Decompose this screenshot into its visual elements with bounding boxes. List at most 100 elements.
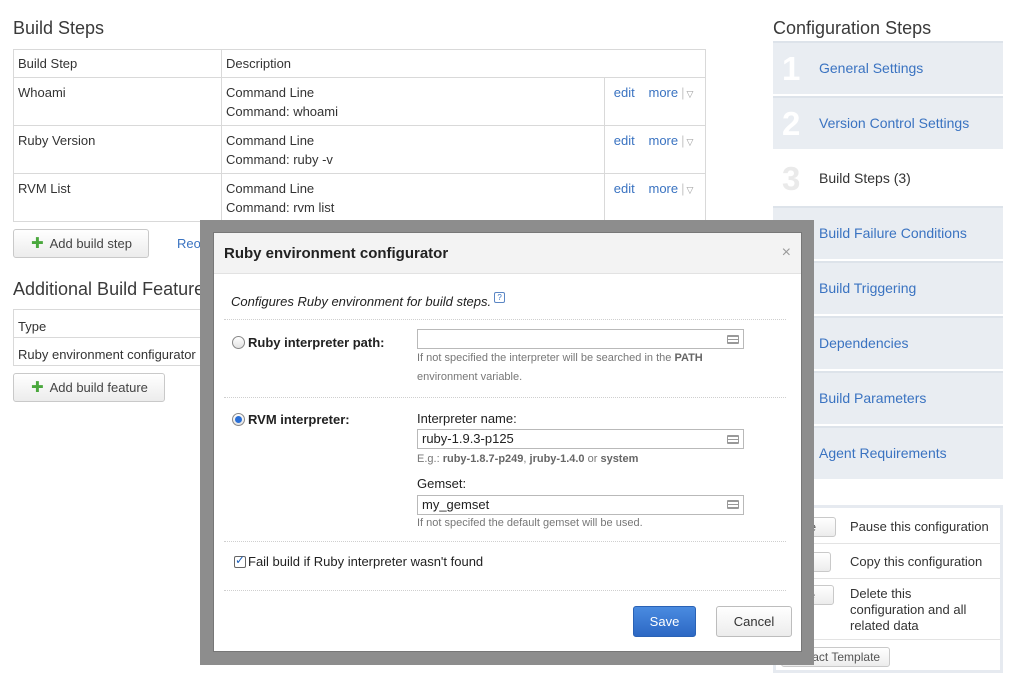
more-link[interactable]: more — [649, 85, 679, 100]
close-icon[interactable]: × — [782, 244, 791, 262]
table-header-row: Build Step Description — [13, 49, 706, 78]
column-header-build-step: Build Step — [13, 49, 222, 78]
build-step-description: Command Line Command: whoami — [221, 77, 605, 126]
interpreter-path-note: If not specified the interpreter will be… — [417, 349, 703, 387]
configuration-steps-title: Configuration Steps — [773, 18, 932, 38]
field-menu-icon[interactable] — [727, 500, 739, 509]
field-menu-icon[interactable] — [727, 335, 739, 344]
note-text: E.g.: — [417, 453, 440, 465]
gemset-input[interactable]: my_gemset — [417, 495, 744, 515]
build-steps-title: Build Steps — [13, 18, 105, 38]
add-build-feature-button[interactable]: ✚ Add build feature — [13, 373, 165, 402]
config-step-version-control[interactable]: 2 Version Control Settings — [773, 96, 1003, 149]
interpreter-path-label: Ruby interpreter path: — [248, 335, 385, 350]
dialog-description: Configures Ruby environment for build st… — [231, 292, 506, 309]
note-bold: jruby-1.4.0 — [529, 453, 585, 465]
table-row: RVM List Command Line Command: rvm list … — [13, 173, 706, 222]
plus-icon: ✚ — [31, 379, 44, 396]
divider — [224, 590, 786, 591]
note-text: or — [587, 453, 598, 465]
edit-link[interactable]: edit — [604, 125, 644, 174]
note-text: , — [523, 453, 527, 465]
build-step-runner: Command Line — [226, 181, 315, 196]
note-bold: system — [600, 453, 639, 465]
step-label[interactable]: Agent Requirements — [819, 445, 947, 461]
build-step-name: Ruby Version — [13, 125, 222, 174]
add-build-feature-label: Add build feature — [49, 380, 148, 395]
dialog-header: Ruby environment configurator × — [214, 233, 801, 274]
config-step-build-steps: 3 Build Steps (3) — [773, 151, 1003, 204]
separator: | — [681, 181, 685, 196]
note-bold: ruby-1.8.7-p249 — [442, 453, 524, 465]
fail-build-checkbox[interactable] — [234, 553, 246, 568]
interpreter-name-input[interactable]: ruby-1.9.3-p125 — [417, 429, 744, 449]
note-text: If not specified the interpreter will be… — [417, 352, 672, 364]
step-number: 2 — [782, 105, 801, 142]
build-step-runner: Command Line — [226, 85, 315, 100]
interpreter-name-example: E.g.: ruby-1.8.7-p249, jruby-1.4.0 or sy… — [417, 450, 638, 469]
build-step-command: Command: whoami — [226, 104, 338, 119]
step-label[interactable]: Build Failure Conditions — [819, 225, 967, 241]
note-line: If not specified the interpreter will be… — [417, 349, 703, 368]
plus-icon: ✚ — [31, 235, 44, 252]
chevron-down-icon[interactable]: ▽ — [687, 89, 694, 99]
chevron-down-icon[interactable]: ▽ — [687, 185, 694, 195]
ruby-configurator-dialog: Ruby environment configurator × Configur… — [213, 232, 802, 652]
edit-link[interactable]: edit — [604, 77, 644, 126]
build-step-runner: Command Line — [226, 133, 315, 148]
interpreter-path-input[interactable] — [417, 329, 744, 349]
step-label[interactable]: Version Control Settings — [819, 115, 969, 131]
pause-description: Pause this configuration — [850, 519, 989, 534]
additional-features-title: Additional Build Features — [13, 279, 214, 299]
separator: | — [681, 85, 685, 100]
note-line: environment variable. — [417, 371, 523, 383]
edit-link[interactable]: edit — [604, 173, 644, 222]
save-button[interactable]: Save — [633, 606, 696, 637]
step-label: Build Steps (3) — [819, 170, 911, 186]
step-label[interactable]: General Settings — [819, 60, 923, 76]
chevron-down-icon[interactable]: ▽ — [687, 137, 694, 147]
build-step-name: RVM List — [13, 173, 222, 222]
cancel-button[interactable]: Cancel — [716, 606, 792, 637]
note-bold: PATH — [674, 352, 703, 364]
gemset-note: If not specifed the default gemset will … — [417, 517, 643, 529]
add-build-step-label: Add build step — [49, 236, 132, 251]
divider — [224, 397, 786, 398]
interpreter-path-radio[interactable] — [232, 336, 245, 349]
build-steps-table: Build Step Description Whoami Command Li… — [13, 49, 706, 222]
step-number: 3 — [782, 160, 801, 197]
gemset-label: Gemset: — [417, 476, 467, 491]
divider — [224, 319, 786, 320]
fail-build-label: Fail build if Ruby interpreter wasn't fo… — [248, 554, 484, 569]
more-menu[interactable]: more | ▽ — [643, 125, 706, 174]
column-header-description: Description — [221, 49, 706, 78]
more-link[interactable]: more — [649, 133, 679, 148]
step-label[interactable]: Dependencies — [819, 335, 909, 351]
delete-description-line: configuration and all — [850, 602, 967, 617]
divider — [224, 541, 786, 542]
step-label[interactable]: Build Parameters — [819, 390, 926, 406]
config-step-general-settings[interactable]: 1 General Settings — [773, 41, 1003, 94]
step-label[interactable]: Build Triggering — [819, 280, 916, 296]
rvm-interpreter-radio[interactable] — [232, 413, 245, 426]
delete-description-line: Delete this — [850, 586, 912, 601]
more-menu[interactable]: more | ▽ — [643, 173, 706, 222]
field-menu-icon[interactable] — [727, 435, 739, 444]
step-number: 1 — [782, 50, 801, 87]
add-build-step-button[interactable]: ✚ Add build step — [13, 229, 149, 258]
build-step-description: Command Line Command: ruby -v — [221, 125, 605, 174]
more-menu[interactable]: more | ▽ — [643, 77, 706, 126]
table-row: Ruby Version Command Line Command: ruby … — [13, 125, 706, 174]
help-icon[interactable]: ? — [494, 292, 506, 303]
more-link[interactable]: more — [649, 181, 679, 196]
interpreter-name-label: Interpreter name: — [417, 411, 517, 426]
build-step-description: Command Line Command: rvm list — [221, 173, 605, 222]
delete-description: Delete this configuration and all relate… — [850, 586, 966, 634]
dialog-title: Ruby environment configurator — [224, 245, 449, 262]
build-step-command: Command: ruby -v — [226, 152, 333, 167]
separator: | — [681, 133, 685, 148]
build-step-name: Whoami — [13, 77, 222, 126]
table-row: Whoami Command Line Command: whoami edit… — [13, 77, 706, 126]
description-text: Configures Ruby environment for build st… — [231, 294, 492, 309]
delete-description-line: related data — [850, 618, 919, 633]
